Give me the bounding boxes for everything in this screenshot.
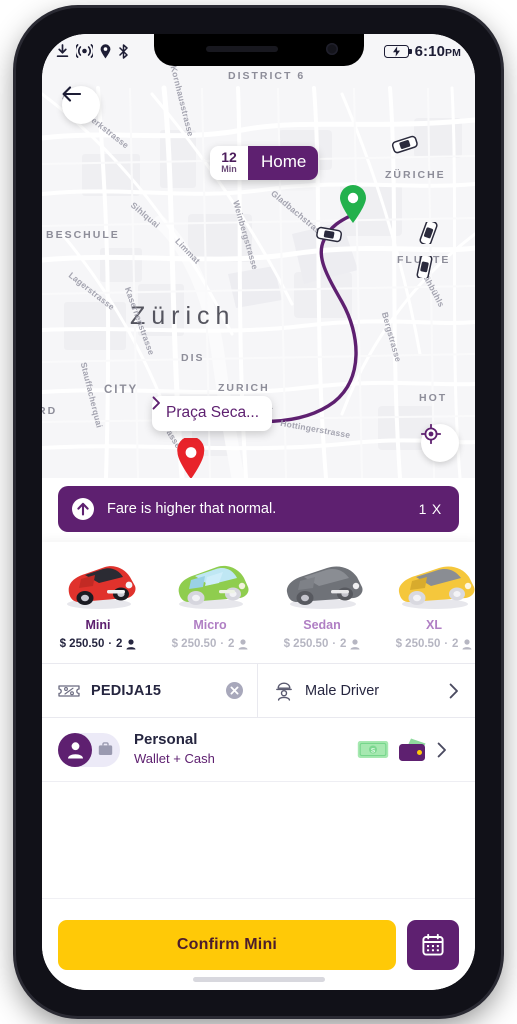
vehicle-carousel[interactable]: Mini $ 250.50 · 2 Micro $ 250.50 · 2 Sed…	[42, 542, 475, 664]
car-art-micro	[167, 554, 253, 616]
hotspot-icon	[76, 44, 93, 58]
car-art-mini	[55, 554, 141, 616]
payment-subtitle: Wallet + Cash	[134, 750, 215, 766]
status-ampm: PM	[445, 46, 461, 59]
phone-bezel: DISTRICT 6 BESCHULE ZÜRICHE FLUNTE CITY …	[42, 34, 475, 990]
download-icon	[56, 44, 69, 58]
driver-preference-cell[interactable]: Male Driver	[258, 664, 475, 717]
gps-target-icon	[421, 424, 441, 444]
person-icon	[350, 638, 360, 649]
locate-button[interactable]	[421, 424, 459, 462]
svg-text:S: S	[371, 747, 376, 754]
chevron-right-icon	[152, 396, 160, 410]
vehicle-price: $ 250.50	[59, 638, 105, 650]
car-marker-icon	[316, 226, 343, 243]
chevron-right-icon	[437, 742, 446, 757]
app-screen: DISTRICT 6 BESCHULE ZÜRICHE FLUNTE CITY …	[42, 34, 475, 990]
person-icon	[462, 638, 472, 649]
back-arrow-icon	[62, 86, 81, 102]
home-indicator	[192, 977, 325, 982]
eta-minutes-value: 12	[221, 149, 237, 165]
vehicle-price: $ 250.50	[395, 638, 441, 650]
vehicle-seats: 2	[340, 638, 347, 650]
vehicle-meta: $ 250.50 · 2	[60, 638, 137, 650]
payment-method-row[interactable]: Personal Wallet + Cash S	[42, 718, 475, 782]
chevron-right-icon	[449, 683, 458, 698]
car-marker-icon	[419, 222, 438, 244]
payment-texts: Personal Wallet + Cash	[134, 731, 357, 768]
vehicle-name: Micro	[193, 618, 227, 632]
sheet-filler	[42, 782, 475, 898]
calendar-icon	[422, 933, 444, 956]
back-button[interactable]	[62, 86, 100, 124]
eta-destination-label: Home	[261, 152, 307, 172]
vehicle-seats: 2	[116, 638, 123, 650]
person-icon	[67, 741, 83, 758]
vehicle-option-mini[interactable]: Mini $ 250.50 · 2	[42, 554, 154, 663]
driver-cap-icon	[276, 682, 292, 701]
car-marker-icon	[391, 135, 418, 154]
dropoff-pin-icon	[177, 438, 205, 478]
ride-mode-toggle[interactable]	[58, 732, 120, 767]
vehicle-option-sedan[interactable]: Sedan $ 250.50 · 2	[266, 554, 378, 663]
vehicle-name: Mini	[85, 618, 111, 632]
person-icon	[238, 638, 248, 649]
vehicle-name: XL	[426, 618, 442, 632]
phone-frame: DISTRICT 6 BESCHULE ZÜRICHE FLUNTE CITY …	[16, 8, 501, 1016]
vehicle-meta: $ 250.50 · 2	[396, 638, 473, 650]
car-marker-icon	[416, 256, 433, 278]
vehicle-name: Sedan	[303, 618, 341, 632]
eta-destination-block: Home	[210, 146, 319, 180]
location-icon	[100, 43, 111, 58]
surge-fare-text: Fare is higher that normal.	[107, 501, 277, 517]
vehicle-option-xl[interactable]: XL $ 250.50 · 2	[378, 554, 475, 663]
vehicle-meta: $ 250.50 · 2	[284, 638, 361, 650]
map-canvas[interactable]: DISTRICT 6 BESCHULE ZÜRICHE FLUNTE CITY …	[42, 34, 475, 478]
coupon-percent-icon	[58, 684, 80, 697]
promo-code-value: PEDIJA15	[91, 682, 162, 699]
car-art-xl	[391, 554, 475, 616]
car-art-sedan	[279, 554, 365, 616]
vehicle-price: $ 250.50	[171, 638, 217, 650]
vehicle-seats: 2	[228, 638, 235, 650]
pickup-pin-icon	[340, 185, 366, 223]
person-icon	[126, 638, 136, 649]
ride-mode-personal[interactable]	[58, 732, 92, 767]
vehicle-price: $ 250.50	[283, 638, 329, 650]
clear-circle-icon[interactable]	[226, 682, 243, 699]
arrow-up-circle-icon	[72, 498, 94, 520]
status-bar-left	[56, 43, 129, 59]
driver-preference-label: Male Driver	[305, 682, 380, 699]
surge-multiplier: 1 X	[418, 501, 442, 517]
surge-fare-banner[interactable]: Fare is higher that normal. 1 X	[58, 486, 459, 532]
chevron-right-icon	[210, 146, 219, 161]
status-clock: 6:10PM	[415, 43, 461, 60]
cash-bill-icon: S	[357, 741, 389, 758]
vehicle-seats: 2	[452, 638, 459, 650]
promo-driver-row: PEDIJA15 Male Driver	[42, 664, 475, 718]
eta-destination-pill[interactable]: 12 Min Home	[210, 146, 319, 180]
bluetooth-icon	[119, 43, 128, 59]
vehicle-separator: ·	[108, 638, 113, 650]
schedule-ride-button[interactable]	[407, 919, 459, 970]
vehicle-separator: ·	[444, 638, 449, 650]
payment-title: Personal	[134, 731, 198, 749]
wallet-icon	[399, 738, 426, 761]
status-time: 6:10	[414, 42, 446, 60]
vehicle-option-micro[interactable]: Micro $ 250.50 · 2	[154, 554, 266, 663]
booking-sheet: Mini $ 250.50 · 2 Micro $ 250.50 · 2 Sed…	[42, 542, 475, 990]
confirm-ride-button[interactable]: Confirm Mini	[58, 919, 396, 970]
vehicle-separator: ·	[332, 638, 337, 650]
promo-code-cell[interactable]: PEDIJA15	[42, 664, 258, 717]
status-bar: 6:10PM	[42, 34, 475, 68]
eta-minutes-unit: Min	[221, 163, 237, 174]
vehicle-separator: ·	[220, 638, 225, 650]
vehicle-meta: $ 250.50 · 2	[172, 638, 249, 650]
briefcase-icon[interactable]	[98, 741, 113, 756]
status-bar-right: 6:10PM	[383, 43, 461, 60]
destination-pill[interactable]: Praça Seca...	[152, 396, 273, 431]
destination-label: Praça Seca...	[166, 404, 260, 421]
payment-icons: S	[357, 737, 447, 762]
battery-charging-icon	[383, 44, 412, 58]
